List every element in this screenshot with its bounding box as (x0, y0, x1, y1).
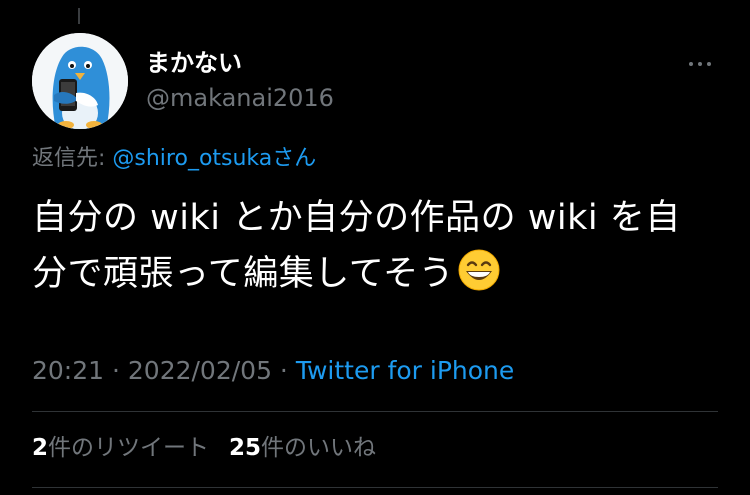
author-display-name[interactable]: まかない (146, 48, 242, 78)
grinning-face-emoji-icon (458, 249, 500, 308)
replying-to-line: 返信先: @shiro_otsukaさん (32, 144, 316, 174)
replying-to-prefix: 返信先: (32, 146, 113, 171)
engagement-stats: 2件のリツイート 25件のいいね (32, 433, 376, 463)
thread-connector-line (78, 8, 80, 24)
retweets-count: 2 (32, 435, 49, 461)
retweets-label: 件のリツイート (48, 435, 210, 461)
divider-top (32, 411, 718, 412)
avatar[interactable] (32, 33, 128, 129)
author-handle[interactable]: @makanai2016 (146, 83, 334, 113)
likes-count: 25 (229, 435, 262, 461)
tweet-text-line-1: 自分の wiki とか自分の作品の wiki を自 (32, 198, 681, 238)
more-horizontal-icon-dot (707, 62, 711, 66)
divider-bottom (32, 487, 718, 488)
more-horizontal-icon-dot (698, 62, 702, 66)
avatar-bird-illustration (32, 33, 128, 129)
tweet-source-link[interactable]: Twitter for iPhone (296, 356, 514, 385)
reply-mention-honorific: さん (272, 146, 317, 171)
more-horizontal-icon (689, 62, 693, 66)
tweet-meta: 20:21 · 2022/02/05 · Twitter for iPhone (32, 355, 514, 387)
more-options-button[interactable] (680, 52, 720, 76)
meta-separator-2: · (271, 356, 296, 385)
likes-stat[interactable]: 25件のいいね (229, 435, 376, 461)
tweet-text-line-2-text: 分で頑張って編集してそう (32, 254, 455, 294)
reply-mention-link[interactable]: @shiro_otsuka (112, 146, 272, 171)
tweet-text: 自分の wiki とか自分の作品の wiki を自 分で頑張って編集してそう (32, 190, 722, 308)
retweets-stat[interactable]: 2件のリツイート (32, 435, 209, 461)
tweet-text-line-2: 分で頑張って編集してそう (32, 246, 722, 308)
tweet-time[interactable]: 20:21 (32, 356, 104, 385)
tweet-date[interactable]: 2022/02/05 (128, 356, 272, 385)
likes-label: 件のいいね (261, 435, 377, 461)
meta-separator: · (104, 356, 128, 385)
